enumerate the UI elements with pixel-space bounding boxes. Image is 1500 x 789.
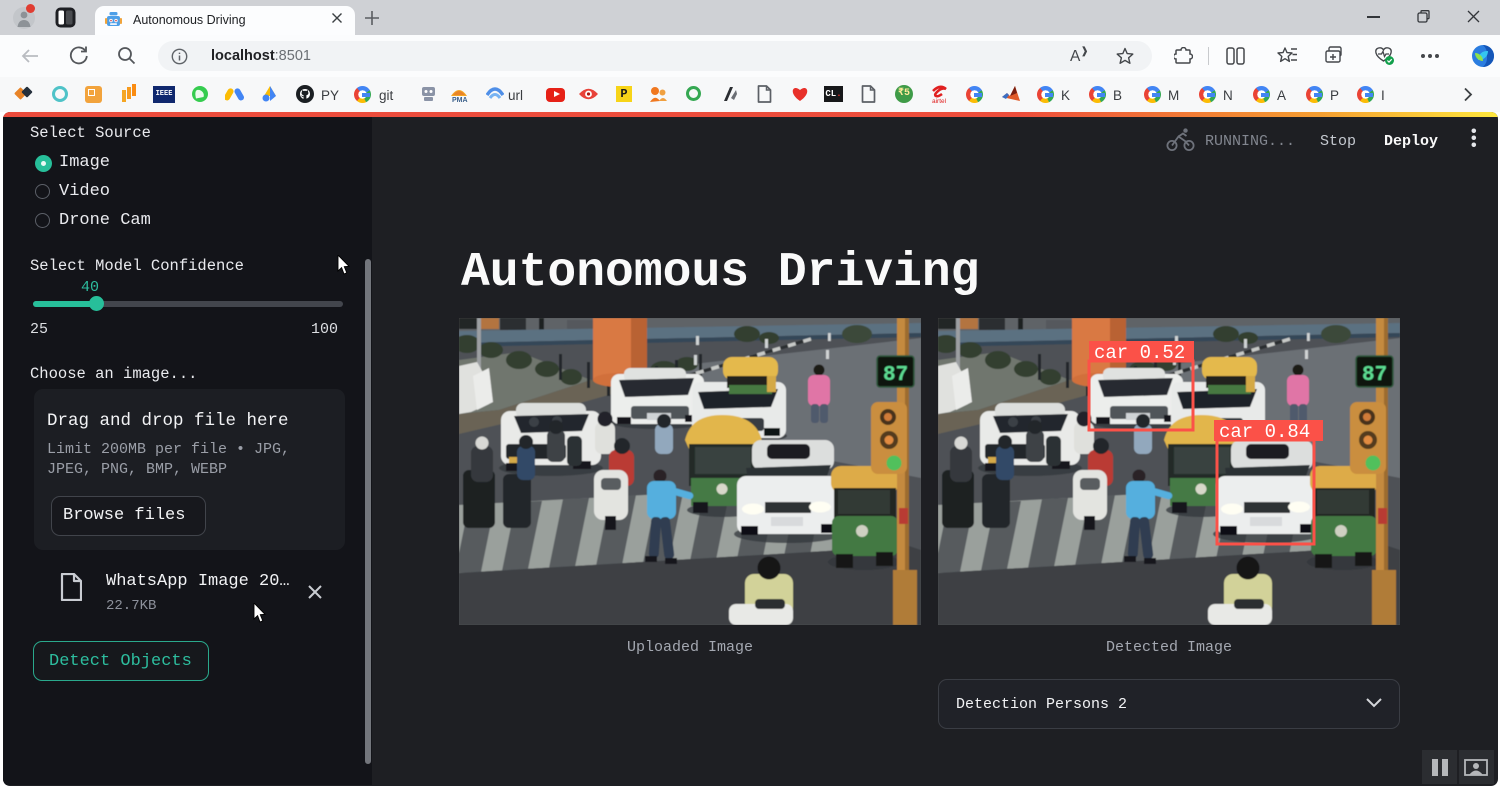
svg-text:car 0.84: car 0.84 xyxy=(1219,421,1310,443)
svg-text:PMA: PMA xyxy=(452,97,468,103)
svg-text:car 0.52: car 0.52 xyxy=(1094,342,1185,364)
svg-text:airtel: airtel xyxy=(932,98,947,105)
